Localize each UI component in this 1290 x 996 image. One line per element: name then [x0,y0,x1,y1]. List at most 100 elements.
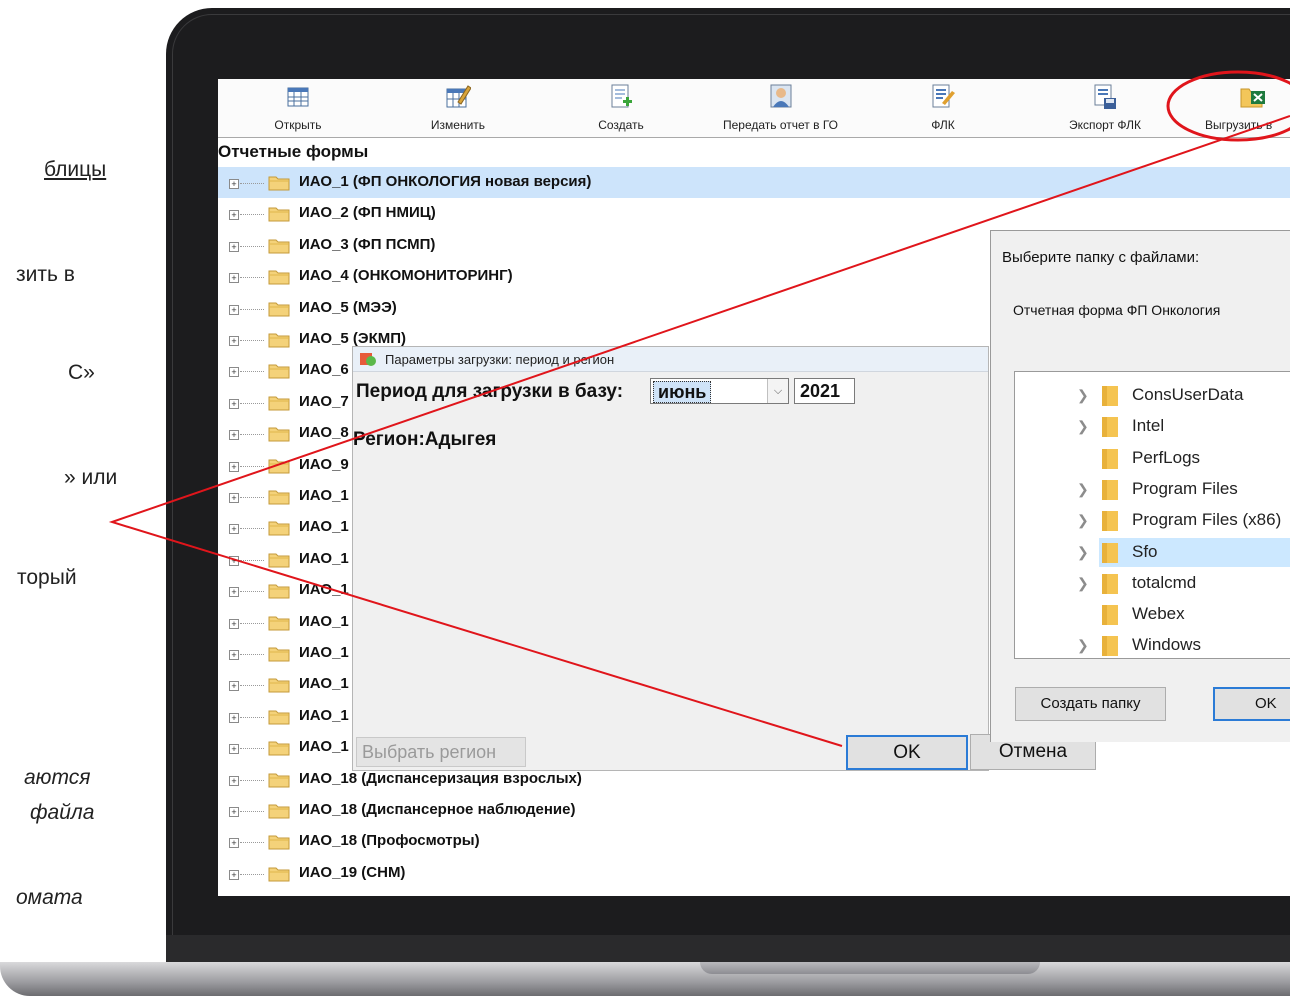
laptop-chin [166,935,1290,965]
folder-item[interactable]: ❯ Program Files [1015,474,1290,505]
expand-icon[interactable]: + [229,179,239,189]
folder-dialog-subtitle: Отчетная форма ФП Онкология [1013,302,1221,318]
select-region-button[interactable]: Выбрать регион [356,737,526,767]
folder-icon [1102,511,1118,532]
tree-connector [240,214,264,216]
folder-item[interactable]: ❯ totalcmd [1015,568,1290,599]
folder-item[interactable]: ❯ Windows [1015,630,1290,658]
folder-icon [268,804,290,819]
slide-text-line-3: С» [68,361,95,384]
folder-item-label: Webex [1132,604,1185,624]
tree-connector [240,873,264,875]
open-button[interactable]: Открыть [253,79,343,137]
tree-item-label: ИАО_7 [299,392,349,410]
expand-icon[interactable]: + [229,555,239,566]
upload-to-button[interactable]: Выгрузить в [1203,79,1290,137]
expand-icon[interactable]: + [229,869,239,880]
slide-text-line-4: » или [64,466,118,489]
expand-icon[interactable]: + [229,775,239,786]
new-folder-button[interactable]: Создать папку [1015,687,1166,721]
send-report-label: Передать отчет в ГО [722,118,838,132]
folder-item[interactable]: ❯ ConsUserData [1015,380,1290,411]
expand-icon[interactable]: + [229,336,239,346]
folder-item[interactable]: ❯ Program Files (x86) [1015,505,1290,536]
tree-item[interactable]: + ИАО_2 (ФП НМИЦ) [218,198,1290,229]
expand-icon[interactable]: + [229,398,239,409]
folder-item-label: Program Files (x86) [1132,510,1282,530]
expand-icon[interactable]: + [229,241,239,252]
chevron-right-icon[interactable]: ❯ [1077,575,1089,592]
tree-title: Отчетные формы [218,142,369,161]
folder-icon [268,396,290,411]
tree-item[interactable]: + ИАО_18 (Профосмотры) [218,826,1290,857]
new-list-icon [611,84,632,108]
expand-icon[interactable]: + [229,681,239,692]
expand-icon[interactable]: + [229,210,239,221]
folder-icon [1102,417,1118,438]
folder-item[interactable]: ❯ Sfo [1015,537,1290,568]
folder-item-label: ConsUserData [1132,385,1244,404]
tree-connector [240,716,264,718]
expand-icon[interactable]: + [229,524,239,535]
tree-item-label: ИАО_1 [299,581,349,599]
ok-button[interactable]: OK [846,735,968,770]
selection-highlight [1099,537,1290,567]
user-report-icon [770,84,791,108]
send-report-button[interactable]: Передать отчет в ГО [708,79,853,137]
expand-icon[interactable]: + [229,461,239,472]
tree-connector [240,183,264,184]
chevron-down-icon[interactable]: ⌵ [767,379,788,403]
expand-icon[interactable]: + [229,273,239,284]
chevron-right-icon[interactable]: ❯ [1077,544,1089,561]
tree-item[interactable]: + ИАО_18 (Диспансерное наблюдение) [218,795,1290,826]
folder-icon [268,647,290,662]
expand-icon[interactable]: + [229,807,239,817]
folder-item[interactable]: PerfLogs [1015,443,1290,474]
tree-connector [240,245,264,247]
chevron-right-icon[interactable]: ❯ [1077,418,1089,435]
expand-icon[interactable]: + [229,744,239,755]
laptop-base [0,962,1290,996]
expand-icon[interactable]: + [229,493,239,503]
tree-item-label: ИАО_1 [299,518,349,536]
create-button[interactable]: Создать [576,79,666,137]
edit-button[interactable]: Изменить [413,79,503,137]
export-flk-button[interactable]: Экспорт ФЛК [1050,79,1160,137]
tree-connector [240,591,264,593]
expand-icon[interactable]: + [229,587,239,598]
expand-icon[interactable]: + [229,304,239,315]
dialog-title: Параметры загрузки: период и регион [385,352,615,367]
upload-to-label: Выгрузить в [1205,118,1273,132]
expand-icon[interactable]: + [229,430,239,441]
expand-icon[interactable]: + [229,838,239,849]
folder-ok-button[interactable]: OK [1213,687,1290,721]
region-label: Регион:Адыгея [353,429,497,450]
chevron-right-icon[interactable]: ❯ [1077,637,1089,654]
expand-icon[interactable]: + [229,618,239,629]
folder-tree[interactable]: ❯ ConsUserData ❯ Intel PerfLogs ❯ Program File… [1014,371,1290,659]
folder-dialog-title: Выберите папку с файлами: [1002,249,1200,266]
chevron-right-icon[interactable]: ❯ [1077,387,1089,404]
year-input[interactable]: 2021 [794,378,855,404]
chevron-right-icon[interactable]: ❯ [1077,481,1089,498]
folder-item[interactable]: Webex [1015,599,1290,630]
tree-item-label: ИАО_5 (МЭЭ) [299,298,397,316]
folder-icon [1102,448,1118,469]
flk-button[interactable]: ФЛК [908,79,978,137]
expand-icon[interactable]: + [229,650,239,660]
tree-connector [240,402,264,404]
expand-icon[interactable]: + [229,367,239,378]
folder-icon [268,459,290,474]
folder-icon [268,584,290,599]
expand-icon[interactable]: + [229,712,239,723]
tree-connector [240,685,264,687]
folder-item[interactable]: ❯ Intel [1015,411,1290,442]
month-select[interactable]: июнь ⌵ [650,378,789,404]
folder-icon [1102,542,1118,563]
tree-item[interactable]: + ИАО_1 (ФП ОНКОЛОГИЯ новая версия) [218,167,1290,198]
tree-item[interactable]: + ИАО_19 (СНМ) [218,858,1290,889]
folder-icon [268,553,290,568]
chevron-right-icon[interactable]: ❯ [1077,512,1089,529]
edit-table-icon [446,85,471,108]
tree-item-label: ИАО_3 (ФП ПСМП) [299,235,436,253]
